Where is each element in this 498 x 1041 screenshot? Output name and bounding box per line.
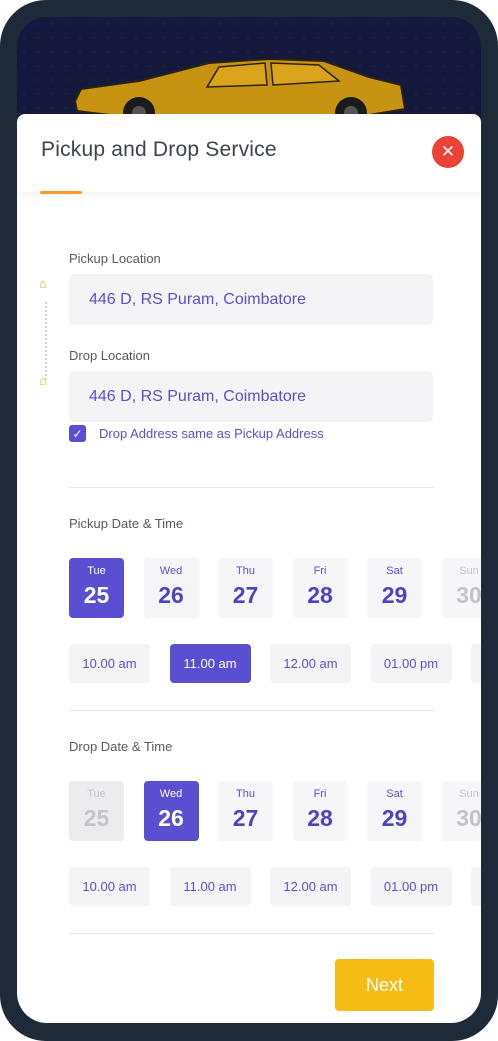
weekday-label: Fri [313, 788, 327, 800]
date-option-30[interactable]: Sun 30 [441, 558, 481, 618]
divider [69, 710, 434, 711]
date-number: 29 [381, 805, 408, 831]
date-number: 25 [83, 582, 110, 608]
route-connector [45, 302, 47, 380]
pickup-location-label: Pickup Location [69, 251, 161, 266]
time-slot-button[interactable]: 10.00 am [69, 644, 150, 683]
weekday-label: Sun [459, 788, 479, 800]
sheet-header: Pickup and Drop Service ✕ [17, 114, 481, 192]
time-slot-button[interactable]: 01.00 pm [370, 644, 452, 683]
drop-location-input[interactable]: 446 D, RS Puram, Coimbatore [69, 371, 433, 422]
weekday-label: Tue [87, 565, 106, 577]
weekday-label: Thu [236, 788, 255, 800]
active-tab-indicator [40, 191, 82, 194]
car-banner [17, 17, 481, 129]
service-sheet: Pickup and Drop Service ✕ Pickup Locatio… [17, 114, 481, 1023]
date-option-29[interactable]: Sat 29 [367, 781, 422, 841]
drop-time-strip: 10.00 am 11.00 am 12.00 am 01.00 pm [69, 867, 481, 906]
time-slot-button[interactable]: 01.00 pm [370, 867, 452, 906]
pickup-location-input[interactable]: 446 D, RS Puram, Coimbatore [69, 274, 433, 325]
device-frame: Pickup and Drop Service ✕ Pickup Locatio… [0, 0, 498, 1041]
time-slot-button[interactable]: 11.00 am [169, 644, 251, 683]
date-option-30[interactable]: Sun 30 [441, 781, 481, 841]
next-button[interactable]: Next [335, 959, 434, 1011]
divider [69, 933, 434, 934]
time-slot-button[interactable]: 12.00 am [270, 644, 351, 683]
date-number: 30 [456, 805, 481, 831]
pickup-date-strip: Tue 25 Wed 26 Thu 27 Fri 28 Sat 29 Sun 30 [69, 558, 481, 618]
date-number: 30 [456, 582, 481, 608]
drop-datetime-label: Drop Date & Time [69, 739, 173, 754]
time-slot-button[interactable] [471, 644, 481, 683]
weekday-label: Fri [313, 565, 327, 577]
page-title: Pickup and Drop Service [41, 138, 277, 161]
time-slot-button[interactable]: 12.00 am [270, 867, 351, 906]
weekday-label: Thu [236, 565, 255, 577]
checkbox-checked-icon: ✓ [69, 425, 86, 442]
close-icon: ✕ [440, 142, 456, 161]
time-slot-button[interactable]: 10.00 am [69, 867, 150, 906]
time-slot-button[interactable]: 11.00 am [169, 867, 251, 906]
drop-home-icon: ⌂ [39, 373, 47, 388]
pickup-time-strip: 10.00 am 11.00 am 12.00 am 01.00 pm [69, 644, 481, 683]
date-number: 27 [232, 805, 259, 831]
date-option-26[interactable]: Wed 26 [143, 781, 199, 841]
date-option-26[interactable]: Wed 26 [143, 558, 199, 618]
same-address-label: Drop Address same as Pickup Address [99, 426, 324, 441]
date-number: 25 [83, 805, 110, 831]
date-number: 28 [307, 805, 333, 831]
date-option-29[interactable]: Sat 29 [367, 558, 422, 618]
same-address-checkbox[interactable]: ✓ Drop Address same as Pickup Address [69, 425, 324, 442]
drop-date-strip: Tue 25 Wed 26 Thu 27 Fri 28 Sat 29 Sun 30 [69, 781, 481, 841]
weekday-label: Sun [459, 565, 479, 577]
weekday-label: Sat [386, 788, 403, 800]
date-option-27[interactable]: Thu 27 [218, 558, 273, 618]
pickup-datetime-label: Pickup Date & Time [69, 516, 184, 531]
date-option-25: Tue 25 [69, 781, 124, 841]
date-option-28[interactable]: Fri 28 [292, 558, 348, 618]
date-number: 29 [381, 582, 408, 608]
weekday-label: Wed [159, 565, 183, 577]
date-option-27[interactable]: Thu 27 [218, 781, 273, 841]
time-slot-button[interactable] [471, 867, 481, 906]
date-option-28[interactable]: Fri 28 [292, 781, 348, 841]
date-number: 27 [232, 582, 259, 608]
weekday-label: Tue [87, 788, 106, 800]
date-option-25[interactable]: Tue 25 [69, 558, 124, 618]
screen: Pickup and Drop Service ✕ Pickup Locatio… [17, 17, 481, 1023]
divider [69, 487, 434, 488]
date-number: 26 [158, 582, 184, 608]
drop-location-value: 446 D, RS Puram, Coimbatore [89, 387, 306, 405]
close-button[interactable]: ✕ [432, 136, 464, 168]
date-number: 26 [158, 805, 184, 831]
pickup-home-icon: ⌂ [39, 276, 47, 291]
date-number: 28 [307, 582, 333, 608]
drop-location-label: Drop Location [69, 348, 150, 363]
weekday-label: Sat [386, 565, 403, 577]
pickup-location-value: 446 D, RS Puram, Coimbatore [89, 290, 306, 308]
weekday-label: Wed [159, 788, 183, 800]
